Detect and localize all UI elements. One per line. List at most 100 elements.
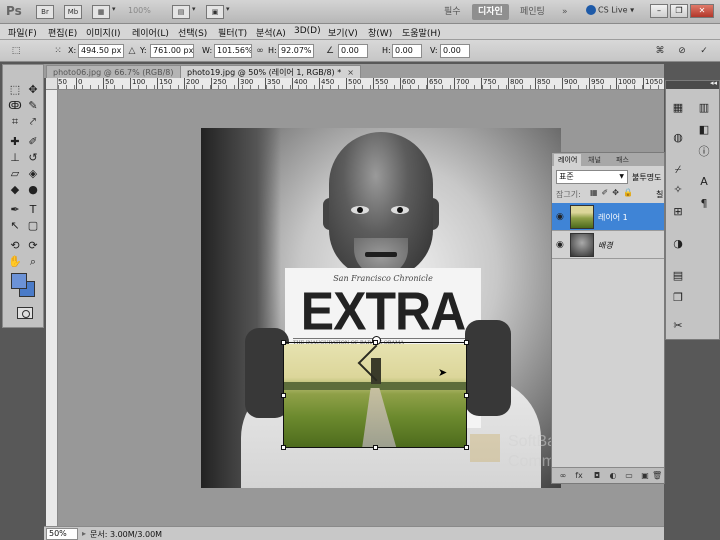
ruler-origin[interactable]	[46, 78, 58, 90]
bridge-icon[interactable]: Br	[36, 5, 54, 19]
close-button[interactable]: ✕	[690, 4, 714, 18]
lasso-tool-icon[interactable]: ↂ	[7, 99, 23, 113]
blend-mode-select[interactable]: 표준 ▼	[556, 170, 628, 184]
adjustment-layer-icon[interactable]: ◐	[608, 471, 618, 481]
move-tool-icon[interactable]: ✥	[25, 83, 41, 97]
transform-handle-tr[interactable]	[464, 340, 469, 345]
new-layer-icon[interactable]: ▣	[640, 471, 650, 481]
eye-icon[interactable]: ◉	[556, 240, 564, 250]
tool-presets-icon[interactable]: ⊞	[668, 203, 688, 221]
restore-button[interactable]: ❐	[670, 4, 688, 18]
menu-layer[interactable]: 레이어(L)	[132, 26, 169, 39]
link-icon[interactable]: ∞	[254, 45, 266, 57]
eye-icon[interactable]: ◉	[556, 212, 564, 222]
workspace-essentials[interactable]: 필수	[438, 4, 467, 20]
3d-orbit-tool-icon[interactable]: ⟳	[25, 239, 41, 253]
layer-row-layer1[interactable]: ◉ 레이어 1	[552, 203, 664, 231]
adjustments-icon[interactable]: ◑	[668, 235, 688, 253]
tab-layers[interactable]: 레이어	[554, 154, 582, 166]
menu-edit[interactable]: 편집(E)	[48, 26, 77, 39]
group-icon[interactable]: ▭	[624, 471, 634, 481]
horizontal-skew-field[interactable]: 0.00	[392, 44, 422, 58]
workspace-design[interactable]: 디자인	[472, 4, 509, 20]
info-arrow-icon[interactable]: ▸	[82, 529, 86, 538]
screen-mode-icon[interactable]: ▣	[206, 5, 224, 19]
foreground-color-swatch[interactable]	[11, 273, 27, 289]
paragraph-icon[interactable]: ¶	[694, 195, 714, 213]
menu-file[interactable]: 파일(F)	[8, 26, 37, 39]
height-field[interactable]: 92.07%	[278, 44, 314, 58]
view-extras-icon[interactable]: ▦	[92, 5, 110, 19]
add-mask-icon[interactable]: ◘	[592, 471, 602, 481]
marquee-tool-icon[interactable]: ⬚	[7, 83, 23, 97]
link-layers-icon[interactable]: ∞	[558, 471, 568, 481]
chevron-down-icon[interactable]: ▾	[112, 5, 116, 13]
zoom-level[interactable]: 100%	[128, 6, 151, 15]
width-field[interactable]: 101.56%	[214, 44, 252, 58]
transform-bounding-box[interactable]	[281, 336, 469, 450]
commit-transform-icon[interactable]: ✓	[698, 45, 710, 57]
character-icon[interactable]: A	[694, 173, 714, 191]
crop-tool-icon[interactable]: ⌗	[7, 115, 23, 129]
shape-tool-icon[interactable]: ▢	[25, 219, 41, 233]
clone-stamp-tool-icon[interactable]: ⊥	[7, 151, 23, 165]
y-position-field[interactable]: 761.00 px	[150, 44, 194, 58]
layer-name[interactable]: 레이어 1	[598, 212, 628, 223]
transform-handle-r[interactable]	[464, 393, 469, 398]
menu-3d[interactable]: 3D(D)	[294, 26, 321, 36]
minibridge-icon[interactable]: Mb	[64, 5, 82, 19]
swatches-icon[interactable]: ◧	[694, 121, 714, 139]
transform-handle-br[interactable]	[464, 445, 469, 450]
eraser-tool-icon[interactable]: ▱	[7, 167, 23, 181]
color-icon[interactable]: ◍	[668, 129, 688, 147]
layer-comps-icon[interactable]: ❐	[668, 289, 688, 307]
eyedropper-tool-icon[interactable]: ⤤	[25, 115, 41, 129]
path-selection-tool-icon[interactable]: ↖	[7, 219, 23, 233]
pen-tool-icon[interactable]: ✒	[7, 203, 23, 217]
3d-tools-icon[interactable]: ✂	[668, 317, 688, 335]
chevron-down-icon[interactable]: ▾	[192, 5, 196, 13]
vertical-skew-field[interactable]: 0.00	[440, 44, 470, 58]
tab-photo06[interactable]: photo06.jpg @ 66.7% (RGB/8)×	[46, 65, 194, 78]
minimize-button[interactable]: –	[650, 4, 668, 18]
transform-handle-tl[interactable]	[281, 340, 286, 345]
tab-channels[interactable]: 채널	[584, 154, 605, 166]
menu-help[interactable]: 도움말(H)	[402, 26, 441, 39]
tab-photo19[interactable]: photo19.jpg @ 50% (레이어 1, RGB/8) * ×	[180, 65, 361, 78]
brush-preset-icon[interactable]: ⌿	[668, 161, 688, 179]
angle-field[interactable]: 0.00	[338, 44, 368, 58]
lock-icons[interactable]: ▦✐✥🔒	[590, 188, 637, 197]
clone-source-icon[interactable]: ✧	[668, 181, 688, 199]
menu-select[interactable]: 선택(S)	[178, 26, 207, 39]
cancel-transform-icon[interactable]: ⊘	[676, 45, 688, 57]
transform-handle-t[interactable]	[373, 340, 378, 345]
transform-tool-icon[interactable]: ⬚	[10, 45, 22, 57]
paint-bucket-tool-icon[interactable]: ◈	[25, 167, 41, 181]
histogram-icon[interactable]: ▥	[694, 99, 714, 117]
menu-window[interactable]: 창(W)	[368, 26, 392, 39]
reference-point-icon[interactable]: ⁙	[52, 45, 64, 57]
x-position-field[interactable]: 494.50 px	[78, 44, 124, 58]
tab-paths[interactable]: 패스	[612, 154, 633, 166]
dock-header[interactable]: ◂◂	[666, 79, 719, 89]
navigator-icon[interactable]: ▦	[668, 99, 688, 117]
menu-image[interactable]: 이미지(I)	[86, 26, 121, 39]
fx-icon[interactable]: fx	[574, 471, 584, 481]
3d-rotate-tool-icon[interactable]: ⟲	[7, 239, 23, 253]
warp-mode-icon[interactable]: ⌘	[654, 45, 666, 57]
transform-handle-l[interactable]	[281, 393, 286, 398]
hand-tool-icon[interactable]: ✋	[7, 255, 23, 269]
delta-icon[interactable]: △	[126, 45, 138, 57]
layer-row-background[interactable]: ◉ 배경	[552, 231, 664, 259]
vertical-ruler[interactable]	[46, 90, 58, 526]
opacity-label[interactable]: 불투명도	[632, 172, 661, 183]
transform-handle-b[interactable]	[373, 445, 378, 450]
zoom-field[interactable]: 50%	[46, 528, 78, 540]
menu-analysis[interactable]: 분석(A)	[256, 26, 286, 39]
workspace-painting[interactable]: 페인팅	[514, 4, 551, 20]
healing-brush-tool-icon[interactable]: ✚	[7, 135, 23, 149]
fill-label[interactable]: 칠	[656, 189, 663, 200]
chevron-down-icon[interactable]: ▾	[226, 5, 230, 13]
type-tool-icon[interactable]: T	[25, 203, 41, 217]
quick-select-tool-icon[interactable]: ✎	[25, 99, 41, 113]
